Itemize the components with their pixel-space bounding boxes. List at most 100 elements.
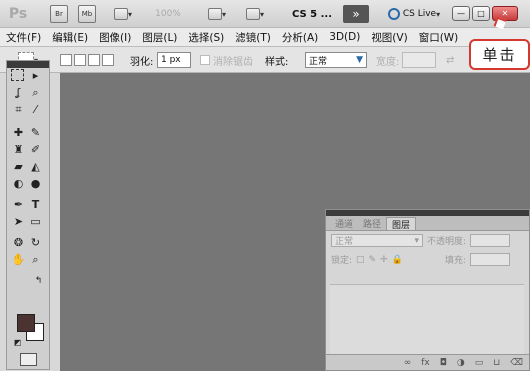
photoshop-window: Ps Br Mb ▾ 100% ▾ ▾ CS 5 ... » CS Live ▾ … xyxy=(0,0,530,371)
lock-transparent-icon[interactable]: □ xyxy=(356,255,365,265)
healing-tool-icon[interactable]: ✚ xyxy=(11,125,26,140)
menu-window[interactable]: 窗口(W) xyxy=(419,30,459,45)
lock-label: 锁定: xyxy=(331,256,353,266)
eyedropper-tool-icon[interactable]: ⁄ xyxy=(28,102,43,117)
group-icon[interactable]: ▭ xyxy=(475,358,484,368)
new-selection-icon[interactable] xyxy=(60,54,72,66)
pen-tool-icon[interactable]: ✒ xyxy=(11,197,26,212)
menu-3d[interactable]: 3D(D) xyxy=(329,31,360,43)
minibridge-button[interactable]: Mb xyxy=(78,5,96,23)
shape-tool-icon[interactable]: ▭ xyxy=(28,214,43,229)
screen-mode-icon xyxy=(245,8,260,20)
add-selection-icon[interactable] xyxy=(74,54,86,66)
swap-icon[interactable]: ⇄ xyxy=(446,51,454,69)
type-tool-icon[interactable]: T xyxy=(28,197,43,212)
path-select-tool-icon[interactable]: ➤ xyxy=(11,214,26,229)
style-select[interactable]: 正常 ▼ xyxy=(305,52,367,68)
blur-tool-icon[interactable]: ◐ xyxy=(11,176,26,191)
menu-bar: 文件(F) 编辑(E) 图像(I) 图层(L) 选择(S) 滤镜(T) 分析(A… xyxy=(0,28,530,47)
zoom-level[interactable]: 100% xyxy=(148,5,188,23)
opacity-input[interactable] xyxy=(470,234,511,247)
chevron-down-icon: ▾ xyxy=(127,9,132,19)
swap-colors-icon[interactable]: ↰ xyxy=(31,273,46,288)
zoom-tool-icon[interactable]: ⌕ xyxy=(28,252,43,267)
stamp-tool-icon[interactable]: ♜ xyxy=(11,142,26,157)
menu-select[interactable]: 选择(S) xyxy=(188,30,224,45)
mask-icon[interactable]: ◘ xyxy=(440,358,447,368)
layer-list[interactable] xyxy=(330,284,524,354)
3d-rotate-tool-icon[interactable]: ❂ xyxy=(11,235,26,250)
chevron-down-icon: ▾ xyxy=(436,9,441,19)
style-label: 样式: xyxy=(265,56,289,68)
layers-footer: ∞ fx ◘ ◑ ▭ ⊔ ⌫ xyxy=(326,354,529,370)
workspace-switcher[interactable]: CS 5 ... xyxy=(290,5,334,23)
layers-panel: 通道 路径 图层 正常 ▾ 不透明度: 锁定: □ ✎ ✛ 🔒 填充: ∞ fx … xyxy=(325,209,530,371)
cslive-menu[interactable]: CS Live ▾ xyxy=(382,5,446,23)
tab-layers[interactable]: 图层 xyxy=(386,217,417,231)
default-colors-icon[interactable]: ◩ xyxy=(10,335,25,350)
adjustment-icon[interactable]: ◑ xyxy=(457,358,465,368)
tab-channels[interactable]: 通道 xyxy=(330,217,358,230)
style-value: 正常 xyxy=(309,56,328,67)
blend-mode-select[interactable]: 正常 ▾ xyxy=(331,234,423,247)
width-input[interactable] xyxy=(402,52,436,68)
intersect-selection-icon[interactable] xyxy=(102,54,114,66)
lock-row: 锁定: □ ✎ ✛ 🔒 填充: xyxy=(326,250,529,269)
cslive-label: CS Live xyxy=(402,9,437,19)
arrange-icon xyxy=(207,8,222,20)
subtract-selection-icon[interactable] xyxy=(88,54,100,66)
antialias-checkbox[interactable]: 消除锯齿 xyxy=(200,51,253,69)
menu-file[interactable]: 文件(F) xyxy=(6,30,41,45)
minimize-button[interactable]: — xyxy=(452,6,470,21)
blend-mode-value: 正常 xyxy=(335,237,354,247)
app-logo: Ps xyxy=(8,6,28,22)
feather-label: 羽化: xyxy=(130,56,154,68)
menu-analysis[interactable]: 分析(A) xyxy=(282,30,318,45)
foreground-color-swatch[interactable] xyxy=(17,314,35,332)
new-layer-icon[interactable]: ⊔ xyxy=(493,358,500,368)
paint-bucket-tool-icon[interactable]: ◭ xyxy=(28,159,43,174)
checkbox-icon xyxy=(200,55,210,65)
link-icon[interactable]: ∞ xyxy=(404,358,412,368)
screen-mode-menu[interactable]: ▾ xyxy=(240,5,270,23)
fill-input[interactable] xyxy=(469,253,510,266)
arrange-documents-menu[interactable]: ▾ xyxy=(202,5,232,23)
chevron-down-icon: ▾ xyxy=(259,9,264,19)
3d-orbit-tool-icon[interactable]: ↻ xyxy=(28,235,43,250)
quick-select-tool-icon[interactable]: ⌕ xyxy=(28,85,43,100)
crop-tool-icon[interactable]: ⌗ xyxy=(11,102,26,117)
fill-label: 填充: xyxy=(444,256,466,266)
lock-all-icon[interactable]: 🔒 xyxy=(392,255,403,265)
eraser-tool-icon[interactable]: ▰ xyxy=(11,159,26,174)
cslive-icon xyxy=(387,8,400,20)
lock-position-icon[interactable]: ✛ xyxy=(380,255,388,265)
trash-icon[interactable]: ⌫ xyxy=(510,358,523,368)
menu-image[interactable]: 图像(I) xyxy=(99,30,131,45)
feather-input[interactable]: 1 px xyxy=(157,52,191,68)
move-tool-icon[interactable]: ▸ xyxy=(28,68,43,83)
more-workspaces-button[interactable]: » xyxy=(343,5,369,23)
menu-view[interactable]: 视图(V) xyxy=(371,30,407,45)
bridge-button[interactable]: Br xyxy=(50,5,68,23)
history-brush-tool-icon[interactable]: ✐ xyxy=(28,142,43,157)
menu-edit[interactable]: 编辑(E) xyxy=(52,30,88,45)
extras-menu[interactable]: ▾ xyxy=(108,5,138,23)
lasso-tool-icon[interactable]: ʆ xyxy=(11,85,26,100)
menu-layer[interactable]: 图层(L) xyxy=(142,30,177,45)
quick-mask-icon[interactable] xyxy=(20,353,37,366)
marquee-tool-icon[interactable] xyxy=(11,69,24,81)
hand-tool-icon[interactable]: ✋ xyxy=(11,252,26,267)
options-bar: ▾ 羽化: 1 px 消除锯齿 样式: 正常▼ 宽度: ⇄ xyxy=(0,47,530,73)
panel-tabs: 通道 路径 图层 xyxy=(326,216,529,231)
tab-paths[interactable]: 路径 xyxy=(358,217,386,230)
fx-icon[interactable]: fx xyxy=(421,358,430,368)
chevron-down-icon: ▼ xyxy=(356,55,363,65)
antialias-label: 消除锯齿 xyxy=(213,56,253,68)
dodge-tool-icon[interactable]: ● xyxy=(28,176,43,191)
lock-image-icon[interactable]: ✎ xyxy=(369,255,377,265)
tools-panel: ▸ ʆ ⌕ ⌗ ⁄ ✚ ✎ ♜ ✐ ▰ ◭ ◐ ● ✒ T ➤ ▭ ❂ ↻ ✋ … xyxy=(6,60,50,370)
menu-filter[interactable]: 滤镜(T) xyxy=(235,30,271,45)
maximize-button[interactable]: □ xyxy=(472,6,490,21)
brush-tool-icon[interactable]: ✎ xyxy=(28,125,43,140)
title-bar: Ps Br Mb ▾ 100% ▾ ▾ CS 5 ... » CS Live ▾ … xyxy=(0,0,530,28)
